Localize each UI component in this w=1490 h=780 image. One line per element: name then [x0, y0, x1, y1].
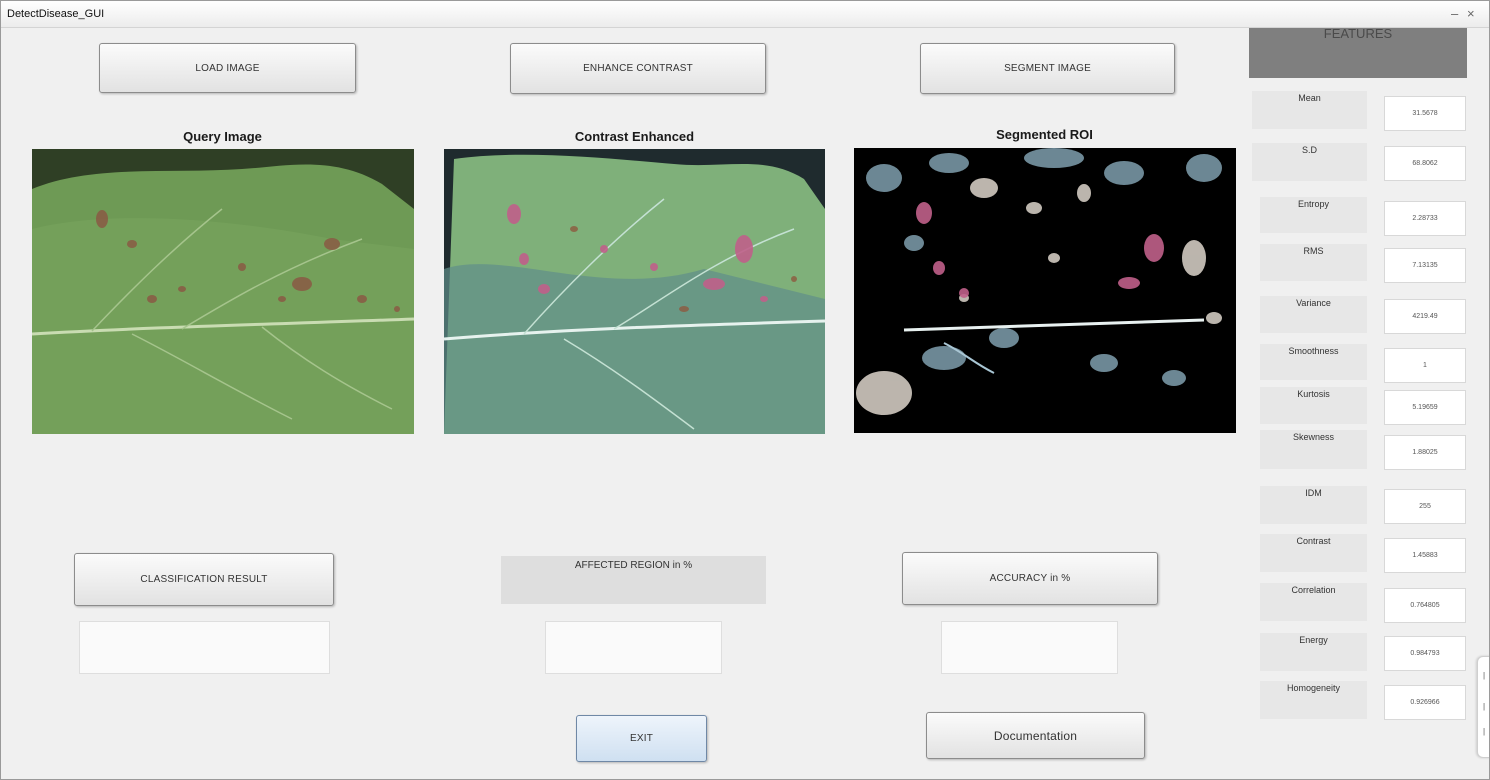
load-image-button[interactable]: LOAD IMAGE	[99, 43, 356, 93]
features-header: FEATURES	[1249, 28, 1467, 78]
query-image-title: Query Image	[183, 129, 262, 144]
edge-tick-icon: |	[1483, 671, 1486, 680]
side-scroll-tab[interactable]: | | |	[1477, 656, 1489, 758]
feature-label-idm: IDM	[1260, 486, 1367, 524]
feature-value-correlation: 0.764805	[1384, 588, 1466, 623]
contrast-leaf-image	[444, 149, 825, 434]
feature-value-idm: 255	[1384, 489, 1466, 524]
feature-value-rms: 7.13135	[1384, 248, 1466, 283]
close-icon[interactable]: ×	[1467, 7, 1475, 21]
feature-label-mean: Mean	[1252, 91, 1367, 129]
feature-value-kurtosis: 5.19659	[1384, 390, 1466, 425]
feature-value-skewness: 1.88025	[1384, 435, 1466, 470]
segmented-roi-image	[854, 148, 1236, 433]
feature-value-energy: 0.984793	[1384, 636, 1466, 671]
documentation-button[interactable]: Documentation	[926, 712, 1145, 759]
segmented-roi-panel	[854, 148, 1236, 433]
window-title: DetectDisease_GUI	[7, 8, 105, 20]
contrast-enhanced-panel	[444, 149, 825, 434]
feature-label-correlation: Correlation	[1260, 583, 1367, 621]
feature-label-variance: Variance	[1260, 296, 1367, 333]
feature-label-contrast: Contrast	[1260, 534, 1367, 572]
query-leaf-image	[32, 149, 414, 434]
accuracy-result-box	[941, 621, 1118, 674]
app-window: DetectDisease_GUI – × LOAD IMAGE ENHANCE…	[0, 0, 1490, 780]
affected-region-box	[545, 621, 722, 674]
edge-tick-icon: |	[1483, 727, 1486, 736]
edge-tick-icon: |	[1483, 702, 1486, 711]
classification-result-box	[79, 621, 330, 674]
feature-label-homogeneity: Homogeneity	[1260, 681, 1367, 719]
feature-label-entropy: Entropy	[1260, 197, 1367, 233]
feature-value-sd: 68.8062	[1384, 146, 1466, 181]
exit-button[interactable]: EXIT	[576, 715, 707, 762]
accuracy-button[interactable]: ACCURACY in %	[902, 552, 1158, 605]
feature-label-rms: RMS	[1260, 244, 1367, 281]
feature-value-variance: 4219.49	[1384, 299, 1466, 334]
minimize-icon[interactable]: –	[1451, 7, 1458, 21]
enhance-contrast-button[interactable]: ENHANCE CONTRAST	[510, 43, 766, 94]
feature-label-sd: S.D	[1252, 143, 1367, 181]
feature-value-homogeneity: 0.926966	[1384, 685, 1466, 720]
feature-label-smoothness: Smoothness	[1260, 344, 1367, 380]
feature-value-entropy: 2.28733	[1384, 201, 1466, 236]
feature-label-energy: Energy	[1260, 633, 1367, 671]
affected-region-label: AFFECTED REGION in %	[501, 556, 766, 604]
query-image-panel	[32, 149, 414, 434]
feature-value-smoothness: 1	[1384, 348, 1466, 383]
segment-image-button[interactable]: SEGMENT IMAGE	[920, 43, 1175, 94]
feature-label-skewness: Skewness	[1260, 430, 1367, 469]
feature-value-mean: 31.5678	[1384, 96, 1466, 131]
title-bar[interactable]: DetectDisease_GUI – ×	[1, 1, 1489, 28]
classification-result-button[interactable]: CLASSIFICATION RESULT	[74, 553, 334, 606]
contrast-enhanced-title: Contrast Enhanced	[574, 129, 695, 144]
feature-value-contrast: 1.45883	[1384, 538, 1466, 573]
segmented-roi-title: Segmented ROI	[996, 127, 1093, 142]
feature-label-kurtosis: Kurtosis	[1260, 387, 1367, 424]
